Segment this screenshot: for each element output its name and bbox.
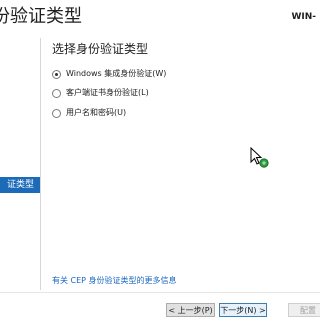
title-bar: 份验证类型 WIN- [0, 0, 320, 30]
server-name: WIN- [291, 12, 316, 22]
radio-button[interactable] [52, 109, 61, 118]
footer: < 上一步(P) 下一步(N) > 配置 [0, 292, 320, 321]
main-content: 选择身份验证类型 Windows 集成身份验证(W) 客户端证书身份验证(L) … [52, 38, 320, 288]
left-nav: 证类型 [0, 38, 41, 290]
option-label: 用户名和密码(U) [66, 108, 127, 117]
radio-button[interactable] [52, 89, 61, 98]
help-link[interactable]: 有关 CEP 身份验证类型的更多信息 [52, 275, 177, 286]
option-label: 客户端证书身份验证(L) [66, 88, 149, 97]
nav-item-auth-type[interactable]: 证类型 [0, 177, 40, 193]
back-button[interactable]: < 上一步(P) [166, 303, 215, 317]
option-label: Windows 集成身份验证(W) [66, 69, 167, 78]
section-heading: 选择身份验证类型 [52, 42, 149, 56]
busy-pointer-icon [250, 146, 270, 169]
nav-item-label: 证类型 [6, 180, 34, 190]
next-button[interactable]: 下一步(N) > [219, 303, 267, 317]
page-title: 份验证类型 [0, 6, 82, 27]
radio-button-checked[interactable] [52, 70, 61, 79]
configure-button[interactable]: 配置 [288, 303, 320, 317]
